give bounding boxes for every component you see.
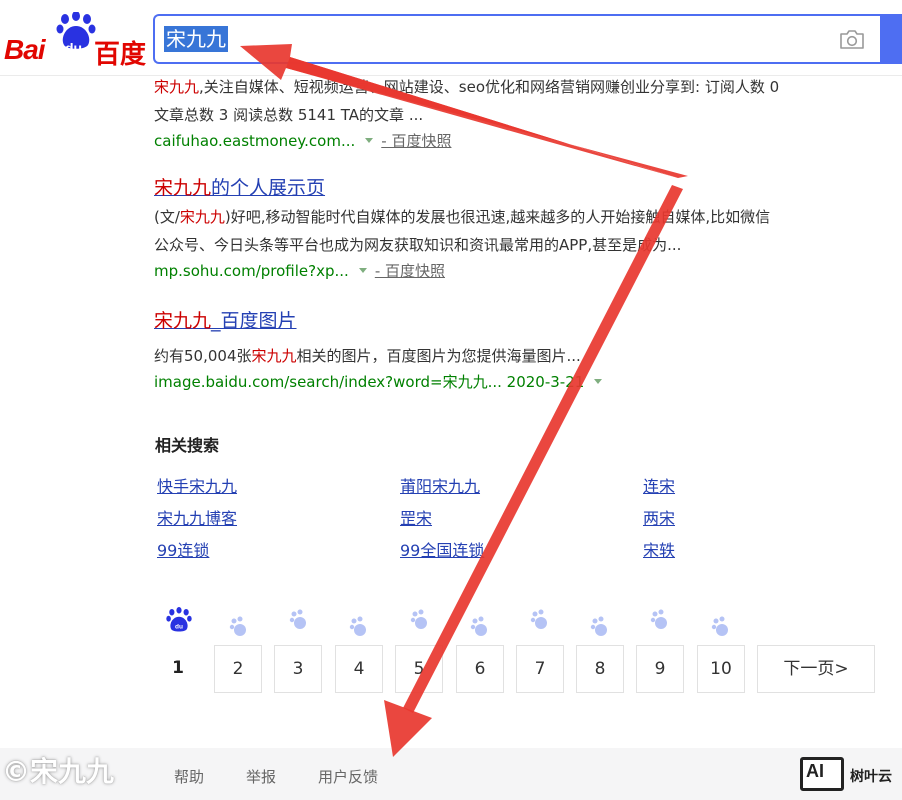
brand-logo-text: AI xyxy=(806,761,824,781)
page-4-link[interactable]: 4 xyxy=(335,645,383,693)
source-url[interactable]: mp.sohu.com/profile?xp... xyxy=(154,262,349,280)
page-8-link[interactable]: 8 xyxy=(576,645,624,693)
page-3-link[interactable]: 3 xyxy=(274,645,322,693)
related-search-link[interactable]: 宋轶 xyxy=(643,537,675,561)
result-source: mp.sohu.com/profile?xp... - 百度快照 xyxy=(154,259,894,283)
pagination-paw-icon xyxy=(229,616,246,636)
abstract-highlight: 宋九九 xyxy=(154,78,200,96)
title-text: _百度图片 xyxy=(211,310,297,332)
header: Bai du 百度 宋九九 xyxy=(0,0,902,76)
pagination-paw-icon xyxy=(349,616,366,636)
related-search-link[interactable]: 连宋 xyxy=(643,473,675,497)
result-abstract: (文/宋九九)好吧,移动智能时代自媒体的发展也很迅速,越来越多的人开始接触自媒体… xyxy=(154,203,894,259)
baidu-logo[interactable]: Bai du 百度 xyxy=(4,12,149,69)
watermark-text: ©宋九九 xyxy=(2,755,115,788)
footer-help-link[interactable]: 帮助 xyxy=(174,766,204,787)
page-10-link[interactable]: 10 xyxy=(697,645,745,693)
brand-logo-icon: AI xyxy=(800,757,844,791)
logo-bai-text: Bai xyxy=(4,34,46,65)
search-input[interactable]: 宋九九 xyxy=(153,14,883,64)
title-highlight: 宋九九 xyxy=(154,177,212,199)
camera-icon[interactable] xyxy=(839,28,865,50)
pagination-paw-icon xyxy=(470,616,487,636)
dropdown-triangle-icon[interactable] xyxy=(594,379,603,384)
result-source: caifuhao.eastmoney.com... - 百度快照 xyxy=(154,129,894,153)
source-url[interactable]: image.baidu.com/search/index?word=宋九九...… xyxy=(154,373,584,391)
pagination-paw-icon xyxy=(410,609,427,629)
search-query-selected-text[interactable]: 宋九九 xyxy=(164,26,228,52)
title-highlight: 宋九九 xyxy=(154,310,212,332)
related-search-link[interactable]: 宋九九博客 xyxy=(157,505,237,529)
title-text: 的个人展示页 xyxy=(211,177,326,199)
brand-name: 树叶云 xyxy=(850,769,892,785)
search-button[interactable] xyxy=(880,14,902,64)
abstract-text: (文/ xyxy=(154,208,180,226)
pagination-paw-icon xyxy=(289,609,306,629)
footer-report-link[interactable]: 举报 xyxy=(246,766,276,787)
result-item-3: 宋九九_百度图片 约有50,004张宋九九相关的图片，百度图片为您提供海量图片.… xyxy=(154,308,894,394)
result-source: image.baidu.com/search/index?word=宋九九...… xyxy=(154,370,894,394)
result-title-link[interactable]: 宋九九_百度图片 xyxy=(154,308,297,334)
result-abstract: 宋九九,关注自媒体、短视频运营、网站建设、seo优化和网络营销网赚创业分享到: … xyxy=(154,73,894,129)
page-7-link[interactable]: 7 xyxy=(516,645,564,693)
page-1-current: 1 xyxy=(172,658,184,678)
result-title-link[interactable]: 宋九九的个人展示页 xyxy=(154,175,325,201)
next-page-button[interactable]: 下一页> xyxy=(757,645,875,693)
result-abstract: 约有50,004张宋九九相关的图片，百度图片为您提供海量图片... xyxy=(154,342,894,370)
logo-du-text: du xyxy=(65,40,83,56)
svg-text:du: du xyxy=(175,623,183,630)
pagination-paw-icon xyxy=(711,616,728,636)
snapshot-link[interactable]: - 百度快照 xyxy=(375,262,445,280)
abstract-text: 相关的图片，百度图片为您提供海量图片... xyxy=(296,347,581,365)
pagination-paw-icon xyxy=(650,609,667,629)
page-2-link[interactable]: 2 xyxy=(214,645,262,693)
dropdown-triangle-icon[interactable] xyxy=(358,268,367,273)
abstract-highlight: 宋九九 xyxy=(251,347,297,365)
related-search-link[interactable]: 两宋 xyxy=(643,505,675,529)
pagination-paw-icon xyxy=(530,609,547,629)
related-search-link[interactable]: 99全国连锁 xyxy=(400,537,484,561)
page-5-link[interactable]: 5 xyxy=(395,645,443,693)
abstract-text: 约有50,004张 xyxy=(154,347,252,365)
source-url[interactable]: caifuhao.eastmoney.com... xyxy=(154,132,355,150)
pagination-paw-icon-current: du xyxy=(166,607,192,632)
abstract-text: )好吧,移动智能时代自媒体的发展也很迅速,越来越多的人开始接触自媒体,比如微信 xyxy=(224,208,771,226)
abstract-highlight: 宋九九 xyxy=(179,208,225,226)
result-item-1: 宋九九,关注自媒体、短视频运营、网站建设、seo优化和网络营销网赚创业分享到: … xyxy=(154,73,894,153)
pagination-paw-icon xyxy=(590,616,607,636)
snapshot-link[interactable]: - 百度快照 xyxy=(381,132,451,150)
footer-feedback-link[interactable]: 用户反馈 xyxy=(318,766,378,787)
page-6-link[interactable]: 6 xyxy=(456,645,504,693)
related-searches-heading: 相关搜索 xyxy=(155,436,220,455)
abstract-text: ,关注自媒体、短视频运营、网站建设、seo优化和网络营销网赚创业分享到: 订阅人… xyxy=(199,78,780,96)
result-item-2: 宋九九的个人展示页 (文/宋九九)好吧,移动智能时代自媒体的发展也很迅速,越来越… xyxy=(154,175,894,283)
logo-cn-text: 百度 xyxy=(94,39,147,69)
abstract-text-line2: 公众号、今日头条等平台也成为网友获取知识和资讯最常用的APP,甚至是成为... xyxy=(154,236,682,254)
page-9-link[interactable]: 9 xyxy=(636,645,684,693)
related-search-link[interactable]: 99连锁 xyxy=(157,537,209,561)
related-search-link[interactable]: 莆阳宋九九 xyxy=(400,473,480,497)
abstract-text-line2: 文章总数 3 阅读总数 5141 TA的文章 ... xyxy=(154,106,424,124)
related-search-link[interactable]: 快手宋九九 xyxy=(157,473,237,497)
related-search-link[interactable]: 罡宋 xyxy=(400,505,432,529)
dropdown-triangle-icon[interactable] xyxy=(365,138,374,143)
footer: ©宋九九 帮助 举报 用户反馈 AI 树叶云 xyxy=(0,748,902,800)
